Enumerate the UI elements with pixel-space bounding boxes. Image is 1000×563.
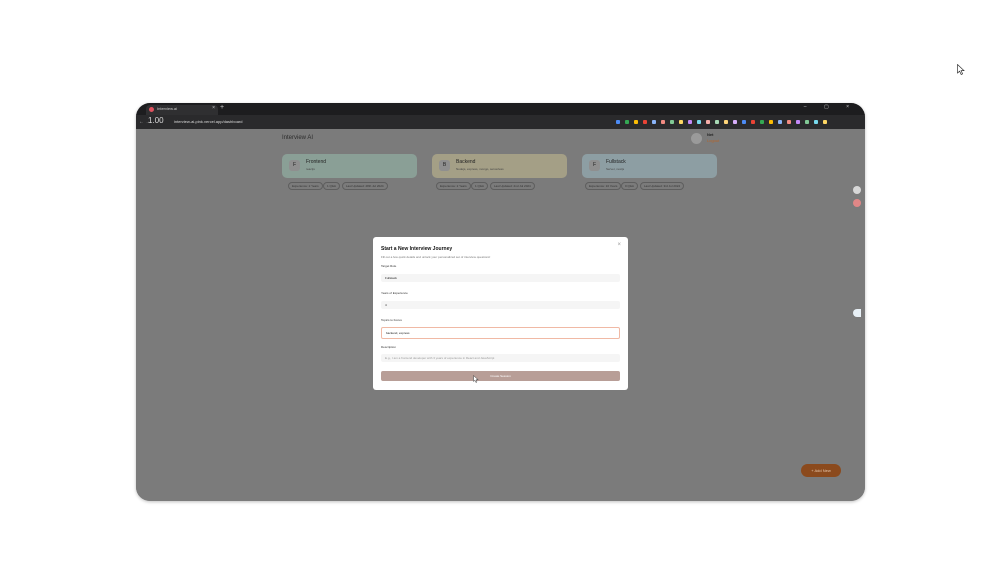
session-card-fullstack[interactable]: F Fullstack Server, nextjs: [582, 154, 717, 178]
qa-chip: 0 Q&A: [621, 182, 638, 190]
extension-icon[interactable]: [814, 120, 818, 124]
qa-chip: 1 Q&A: [471, 182, 488, 190]
browser-window: Interview.ai × + – ▢ × ← → 1.00 intervie…: [136, 103, 865, 501]
tab-title: Interview.ai: [157, 106, 178, 111]
add-new-button[interactable]: + Add New: [801, 464, 841, 477]
experience-input[interactable]: 4: [381, 301, 620, 309]
card-initial: B: [439, 160, 450, 171]
extension-icon[interactable]: [805, 120, 809, 124]
session-card-frontend[interactable]: F Frontend reactjs: [282, 154, 417, 178]
brand-title: Interview AI: [282, 135, 314, 141]
card-title: Fullstack: [606, 159, 626, 165]
extension-icon[interactable]: [697, 120, 701, 124]
card-initial: F: [289, 160, 300, 171]
address-bar: ← → 1.00 interview-ai-pink.vercel.app/da…: [136, 115, 865, 129]
mouse-pointer-icon: [957, 64, 965, 75]
side-panel-tab-icon[interactable]: [853, 309, 861, 317]
side-record-icon[interactable]: [853, 199, 861, 207]
updated-chip: Last Updated: 2nd Jul 2024: [490, 182, 535, 190]
extension-icon[interactable]: [742, 120, 746, 124]
extension-icon[interactable]: [760, 120, 764, 124]
tab-bar: Interview.ai × + – ▢ ×: [136, 103, 865, 115]
side-extension-icon[interactable]: [853, 186, 861, 194]
extension-icon[interactable]: [715, 120, 719, 124]
create-session-button[interactable]: Create Session: [381, 371, 620, 381]
close-icon[interactable]: ×: [617, 242, 621, 248]
extension-icon[interactable]: [751, 120, 755, 124]
extension-icon[interactable]: [634, 120, 638, 124]
browser-tab[interactable]: Interview.ai ×: [146, 105, 218, 115]
session-card-backend[interactable]: B Backend Nodejs, express, mongo, server…: [432, 154, 567, 178]
url-field[interactable]: interview-ai-pink.vercel.app/dashboard: [174, 119, 242, 124]
card-title: Frontend: [306, 159, 327, 165]
dashboard: Interview AI Net Logout F Frontend react…: [136, 129, 865, 501]
extension-icon[interactable]: [679, 120, 683, 124]
extension-icon[interactable]: [787, 120, 791, 124]
extension-icon[interactable]: [625, 120, 629, 124]
extension-icon[interactable]: [769, 120, 773, 124]
new-tab-button[interactable]: +: [220, 104, 224, 111]
card-initial: F: [589, 160, 600, 171]
updated-chip: Last Updated: 28th Jul 2024: [342, 182, 388, 190]
tab-close-icon[interactable]: ×: [212, 105, 215, 111]
window-controls[interactable]: – ▢ ×: [804, 104, 857, 110]
extension-icon[interactable]: [688, 120, 692, 124]
qa-chip: 1 Q&A: [323, 182, 340, 190]
topics-input[interactable]: backend, express: [381, 327, 620, 339]
description-label: Description: [381, 345, 397, 349]
logout-link[interactable]: Logout: [707, 138, 719, 143]
experience-chip: Experience: 2 Years: [288, 182, 323, 190]
experience-chip: Experience: 10 Years: [585, 182, 622, 190]
card-subtitle: reactjs: [306, 167, 315, 171]
updated-chip: Last Updated: 3rd Jul 2024: [640, 182, 685, 190]
description-input[interactable]: E.g., I am a frontend developer with 3 y…: [381, 354, 620, 362]
mouse-pointer-icon: [473, 375, 479, 383]
create-session-modal: Start a New Interview Journey × Fill out…: [373, 237, 628, 390]
extension-icon[interactable]: [616, 120, 620, 124]
extension-icon[interactable]: [823, 120, 827, 124]
extension-icon[interactable]: [706, 120, 710, 124]
extension-icon[interactable]: [670, 120, 674, 124]
target-role-label: Target Role: [381, 264, 397, 268]
modal-title: Start a New Interview Journey: [381, 246, 453, 252]
extension-icon[interactable]: [778, 120, 782, 124]
site-favicon-icon: [149, 107, 154, 112]
extension-icon[interactable]: [796, 120, 800, 124]
zoom-level: 1.00: [148, 116, 164, 125]
modal-subtitle: Fill out a few quick details and unlock …: [381, 255, 491, 259]
target-role-input[interactable]: Fullstack: [381, 274, 620, 282]
extension-icon[interactable]: [733, 120, 737, 124]
extension-icon[interactable]: [652, 120, 656, 124]
extension-icon[interactable]: [643, 120, 647, 124]
extension-icon[interactable]: [661, 120, 665, 124]
extension-icon[interactable]: [724, 120, 728, 124]
topics-label: Topics to Focus: [381, 318, 402, 322]
card-title: Backend: [456, 159, 476, 165]
card-subtitle: Nodejs, express, mongo, serverless: [456, 167, 504, 171]
experience-chip: Experience: 2 Years: [436, 182, 471, 190]
card-subtitle: Server, nextjs: [606, 167, 625, 171]
avatar[interactable]: [691, 133, 702, 144]
experience-label: Years of Experience: [381, 291, 408, 295]
user-name: Net: [707, 132, 714, 137]
